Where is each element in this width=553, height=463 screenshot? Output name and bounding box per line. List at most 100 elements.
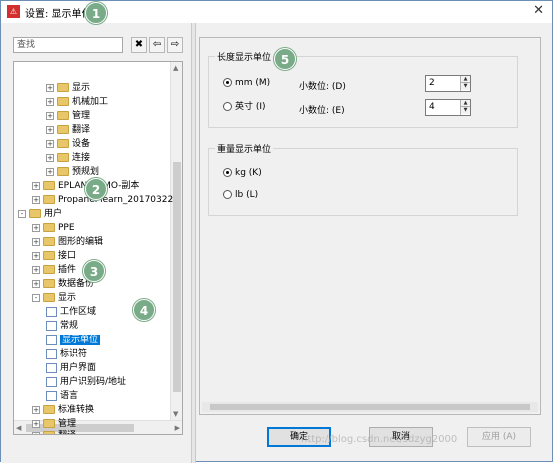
folder-icon [43, 223, 55, 232]
tree-item[interactable]: - 显示 [32, 292, 76, 305]
scroll-down-icon[interactable]: ▼ [173, 410, 178, 418]
tree-item[interactable]: 工作区域 [46, 306, 96, 319]
tree-vertical-scroll-thumb[interactable] [173, 162, 181, 392]
expand-icon[interactable]: + [32, 431, 40, 434]
tree-item[interactable]: 用户界面 [46, 362, 96, 375]
tree-item[interactable]: 显示单位 [46, 334, 101, 347]
collapse-icon[interactable]: - [18, 209, 26, 218]
tree-item-label: PPE [58, 223, 75, 233]
expand-icon[interactable]: + [46, 153, 54, 162]
decimals-e-value[interactable]: 4 [429, 102, 435, 112]
expand-icon[interactable]: + [46, 167, 54, 176]
decimals-d-label: 小数位: (D) [299, 82, 346, 92]
stepper-up-icon[interactable]: ▲ [461, 100, 470, 107]
expand-icon[interactable]: + [46, 125, 54, 134]
scroll-left-icon[interactable]: ◀ [16, 424, 21, 432]
close-icon[interactable]: ✕ [533, 3, 544, 18]
settings-page-icon [46, 376, 57, 387]
folder-icon [43, 419, 55, 428]
length-unit-group: 长度显示单位 mm (M) 英寸 (I) 小数位: (D) 小数位: (E) 2… [208, 50, 518, 128]
lb-radio[interactable]: lb (L) [223, 189, 258, 201]
tree-item[interactable]: 标识符 [46, 348, 87, 361]
tree-item[interactable]: + 翻译 [32, 430, 76, 434]
tree-item-label: 翻译 [58, 431, 76, 434]
tree-item[interactable]: + 设备 [46, 138, 90, 151]
collapse-icon[interactable]: - [32, 293, 40, 302]
settings-tree[interactable]: ▲ ▼ ◀ ▶ +显示+机械加工+管理+翻译+设备+连接+预规划+EPLAN-D… [13, 61, 183, 435]
callout-badge-3: 3 [83, 260, 105, 282]
kg-radio[interactable]: kg (K) [223, 167, 262, 179]
content-scroll-thumb[interactable] [210, 404, 530, 410]
folder-icon [57, 125, 69, 134]
scroll-right-icon[interactable]: ▶ [175, 424, 180, 432]
expand-icon[interactable]: + [32, 405, 40, 414]
expand-icon[interactable]: + [46, 83, 54, 92]
expand-icon[interactable]: + [32, 251, 40, 260]
folder-icon [57, 139, 69, 148]
tree-item-label: 标识符 [60, 349, 88, 359]
tree-item-label: 标准转换 [58, 405, 95, 415]
tree-item[interactable]: 语言 [46, 390, 78, 403]
decimals-d-stepper[interactable]: 2 ▲ ▼ [425, 75, 471, 92]
tree-item[interactable]: + 翻译 [46, 124, 90, 137]
mm-radio[interactable]: mm (M) [223, 77, 270, 89]
tree-item-label: 工作区域 [60, 307, 97, 317]
radio-selected-icon [223, 78, 232, 87]
clear-search-button[interactable]: ✖ [131, 37, 147, 53]
tree-item[interactable]: + 数据备份 [32, 278, 94, 291]
search-input[interactable]: 查找 [13, 37, 123, 53]
inch-radio[interactable]: 英寸 (I) [223, 101, 266, 113]
stepper-down-icon[interactable]: ▼ [461, 107, 470, 114]
tree-item[interactable]: + 标准转换 [32, 404, 94, 417]
expand-icon[interactable]: + [32, 181, 40, 190]
tree-item[interactable]: 常规 [46, 320, 78, 333]
expand-icon[interactable]: + [46, 111, 54, 120]
tree-item-label: 用户识别码/地址 [60, 377, 127, 387]
expand-icon[interactable]: + [46, 139, 54, 148]
tree-item[interactable]: + 图形的编辑 [32, 236, 103, 249]
length-group-title: 长度显示单位 [215, 50, 274, 63]
stepper-up-icon[interactable]: ▲ [461, 76, 470, 83]
tree-vertical-scrollbar[interactable]: ▲ ▼ [170, 62, 182, 420]
tree-item-label: 设备 [72, 139, 91, 149]
kg-radio-label: kg (K) [235, 168, 262, 178]
scroll-up-icon[interactable]: ▲ [173, 64, 178, 72]
tree-item[interactable]: + 接口 [32, 250, 76, 263]
tree-item-label: 图形的编辑 [58, 237, 104, 247]
expand-icon[interactable]: + [32, 265, 40, 274]
callout-badge-1: 1 [85, 2, 107, 24]
folder-icon [57, 153, 69, 162]
tree-item[interactable]: + 插件 [32, 264, 76, 277]
tree-item-label: 管理 [72, 111, 91, 121]
callout-badge-2: 2 [85, 178, 107, 200]
tree-item[interactable]: + 机械加工 [46, 96, 108, 109]
tree-item[interactable]: 用户识别码/地址 [46, 376, 126, 389]
tree-item-label: 接口 [58, 251, 77, 261]
stepper-down-icon[interactable]: ▼ [461, 83, 470, 90]
tree-item[interactable]: + 预规划 [46, 166, 99, 179]
folder-icon [43, 251, 55, 260]
expand-icon[interactable]: + [32, 279, 40, 288]
previous-result-button[interactable]: ⇦ [149, 37, 165, 53]
title-bar: ⚠ 设置: 显示单位 ✕ [1, 1, 552, 23]
tree-item[interactable]: + PPE [32, 222, 75, 235]
expand-icon[interactable]: + [32, 195, 40, 204]
content-horizontal-scrollbar[interactable] [202, 402, 538, 412]
expand-icon[interactable]: + [32, 419, 40, 428]
next-result-button[interactable]: ⇨ [167, 37, 183, 53]
tree-item[interactable]: + 管理 [46, 110, 90, 123]
folder-icon [43, 181, 55, 190]
expand-icon[interactable]: + [32, 237, 40, 246]
expand-icon[interactable]: + [32, 223, 40, 232]
decimals-e-stepper[interactable]: 4 ▲ ▼ [425, 99, 471, 116]
expand-icon[interactable]: + [46, 97, 54, 106]
inch-radio-label: 英寸 (I) [235, 102, 266, 112]
tree-item[interactable]: - 用户 [18, 208, 62, 221]
decimals-d-value[interactable]: 2 [429, 78, 435, 88]
tree-item[interactable]: + 显示 [46, 82, 90, 95]
folder-icon [43, 265, 55, 274]
tree-item[interactable]: + 连接 [46, 152, 90, 165]
apply-button[interactable]: 应用 (A) [467, 427, 531, 447]
folder-icon [57, 83, 69, 92]
pane-splitter[interactable] [191, 23, 196, 463]
